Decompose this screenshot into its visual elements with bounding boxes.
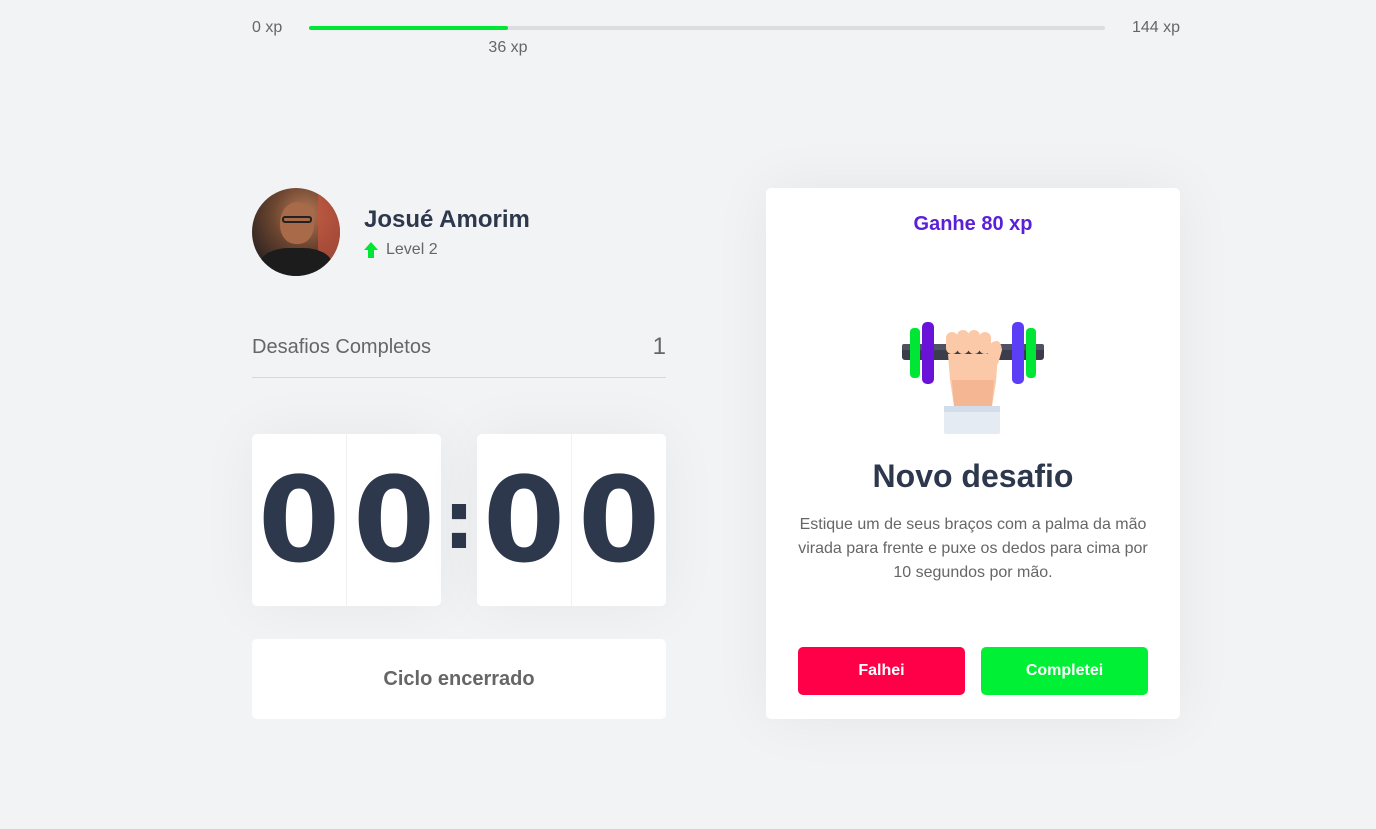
avatar [252, 188, 340, 276]
second-digit-left: 0 [482, 451, 566, 589]
xp-progress-fill [309, 26, 508, 30]
failed-button[interactable]: Falhei [798, 647, 965, 695]
countdown-minutes: 0 0 [252, 434, 441, 606]
xp-max-label: 144 xp [1131, 19, 1180, 36]
minute-digit-right: 0 [346, 434, 441, 606]
challenge-actions: Falhei Completei [798, 647, 1148, 695]
countdown-seconds: 0 0 [477, 434, 666, 606]
xp-track [309, 26, 1105, 30]
challenge-title: Novo desafio [872, 458, 1074, 494]
completed-challenges: Desafios Completos 1 [252, 330, 666, 378]
completed-challenges-label: Desafios Completos [252, 336, 431, 358]
challenge-description: Estique um de seus braços com a palma da… [798, 516, 1148, 581]
countdown: 0 0 : 0 0 [252, 434, 666, 606]
countdown-separator: : [443, 473, 475, 567]
profile: Josué Amorim Level 2 [252, 188, 666, 276]
xp-min-label: 0 xp [252, 19, 283, 36]
dumbbell-icon [902, 322, 1044, 434]
xp-current-label: 36 xp [488, 39, 528, 56]
profile-level: Level 2 [364, 241, 530, 259]
experience-bar: 0 xp 36 xp 144 xp [252, 18, 1180, 58]
level-label: Level 2 [386, 241, 438, 258]
cycle-ended-button[interactable]: Ciclo encerrado [252, 639, 666, 719]
minute-digit-left: 0 [257, 451, 341, 589]
challenge-card: Ganhe 80 xp Novo desafio Estique um de s… [766, 188, 1180, 719]
completed-button[interactable]: Completei [981, 647, 1148, 695]
challenge-reward: Ganhe 80 xp [913, 213, 1033, 235]
level-up-arrow-icon [364, 242, 378, 258]
completed-challenges-count: 1 [652, 333, 666, 360]
second-digit-right: 0 [571, 434, 666, 606]
profile-name: Josué Amorim [364, 206, 530, 233]
